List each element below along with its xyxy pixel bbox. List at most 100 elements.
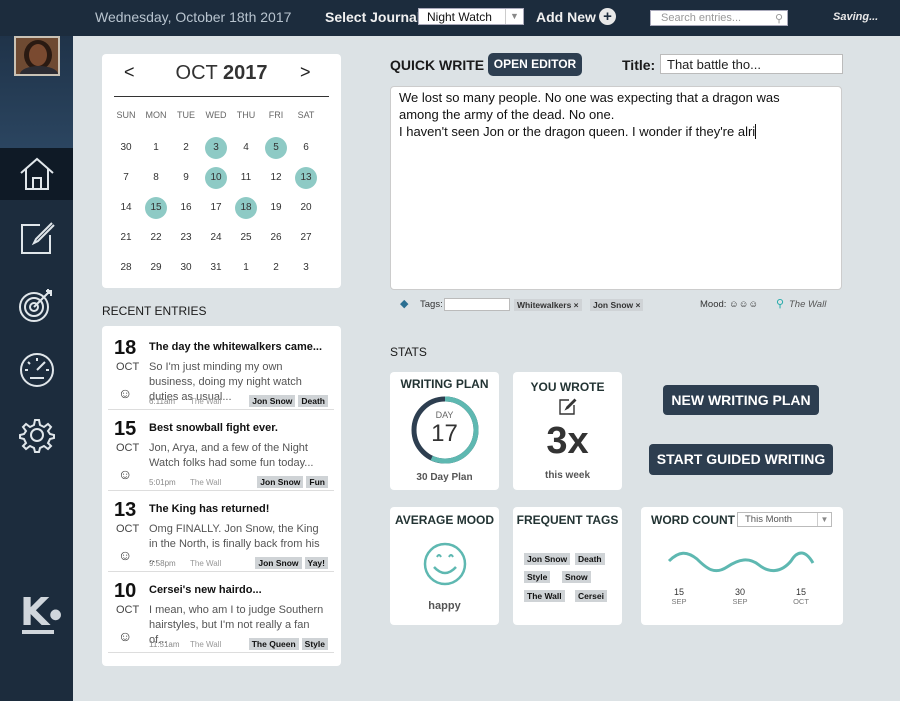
axis-tick-day: 15 <box>795 587 806 597</box>
frequent-tag[interactable]: Death <box>575 553 605 565</box>
calendar-day[interactable]: 1 <box>235 257 257 279</box>
search-input[interactable]: Search entries... ⚲ <box>650 10 788 26</box>
calendar-day[interactable]: 17 <box>205 197 227 219</box>
calendar-day[interactable]: 12 <box>265 167 287 189</box>
calendar-day[interactable]: 1 <box>145 137 167 159</box>
entry-list-item[interactable]: 15 OCT ☺ Best snowball fight ever. Jon, Arya… <box>108 410 334 491</box>
plus-icon[interactable]: + <box>599 8 616 25</box>
day-label: DAY <box>435 410 454 420</box>
journal-select[interactable]: Night Watch ▼ <box>418 8 524 25</box>
entry-tag[interactable]: Style <box>301 638 328 650</box>
new-writing-plan-button[interactable]: NEW WRITING PLAN <box>663 385 819 415</box>
calendar-day[interactable]: 19 <box>265 197 287 219</box>
calendar-day[interactable]: 2 <box>175 137 197 159</box>
calendar-day[interactable]: 4 <box>235 137 257 159</box>
calendar-day[interactable]: 28 <box>115 257 137 279</box>
entry-day: 10 <box>114 580 137 602</box>
entry-list-item[interactable]: 18 OCT ☺ The day the whitewalkers came... So… <box>108 329 334 410</box>
writing-plan-card[interactable]: WRITING PLAN DAY 17 30 Day Plan <box>390 372 499 490</box>
calendar-day[interactable]: 30 <box>115 137 137 159</box>
calendar-day[interactable]: 26 <box>265 227 287 249</box>
calendar-day[interactable]: 3 <box>205 137 227 159</box>
weekday-label: FRI <box>268 110 284 120</box>
title-input[interactable]: That battle tho... <box>660 54 843 74</box>
frequent-tag[interactable]: Snow <box>562 571 591 583</box>
chevron-right-icon[interactable]: > <box>300 62 311 83</box>
smile-icon: ☺ <box>118 547 133 563</box>
mood-face-icons[interactable]: ☺☺☺ <box>729 299 758 310</box>
entry-tag[interactable]: Death <box>298 395 328 407</box>
weekday-label: SAT <box>297 110 315 120</box>
tag-icon: ◆ <box>400 298 409 310</box>
calendar-day[interactable]: 2 <box>265 257 287 279</box>
location-label[interactable]: The Wall <box>789 299 826 310</box>
calendar-day[interactable]: 7 <box>115 167 137 189</box>
calendar-divider <box>114 96 329 97</box>
word-count-sparkline <box>667 551 815 573</box>
calendar-day[interactable]: 31 <box>205 257 227 279</box>
frequent-tag[interactable]: Jon Snow <box>524 553 571 565</box>
sidebar-item-settings[interactable] <box>0 409 73 461</box>
entry-location: The Wall <box>190 397 222 406</box>
entry-tag[interactable]: The Queen <box>248 638 299 650</box>
sidebar-item-goals[interactable] <box>0 279 73 331</box>
sidebar-item-home[interactable] <box>0 148 73 200</box>
open-editor-button[interactable]: OPEN EDITOR <box>488 53 582 76</box>
axis-tick-month: OCT <box>793 597 809 606</box>
calendar-day[interactable]: 22 <box>145 227 167 249</box>
axis-tick: 15 SEP <box>664 588 694 607</box>
calendar-day[interactable]: 30 <box>175 257 197 279</box>
tag-bar: ◆ Tags: Whitewalkers × Jon Snow × Mood: … <box>400 297 840 313</box>
quick-write-editor[interactable]: We lost so many people. No one was expec… <box>390 86 842 290</box>
calendar-day[interactable]: 20 <box>295 197 317 219</box>
entry-tag[interactable]: Jon Snow <box>257 476 304 488</box>
sidebar-item-write[interactable] <box>0 213 73 265</box>
frequent-tag[interactable]: Style <box>524 571 551 583</box>
entry-list-item[interactable]: 13 OCT ☺ The King has returned! Omg FINALLY.… <box>108 491 334 572</box>
entry-tag[interactable]: Jon Snow <box>255 557 302 569</box>
search-icon[interactable]: ⚲ <box>775 12 783 25</box>
word-count-range-select[interactable]: This Month ▼ <box>737 512 832 527</box>
calendar-day[interactable]: 11 <box>235 167 257 189</box>
sidebar-item-dashboard[interactable] <box>0 344 73 396</box>
tag-chip[interactable]: Whitewalkers × <box>514 299 582 311</box>
calendar-day[interactable]: 8 <box>145 167 167 189</box>
entry-list-item[interactable]: 10 OCT ☺ Cersei's new hairdo... I mean, who … <box>108 572 334 653</box>
calendar-day[interactable]: 24 <box>205 227 227 249</box>
average-mood-card: AVERAGE MOOD happy <box>390 507 499 625</box>
weekday-label: SUN <box>116 110 136 120</box>
entry-tag[interactable]: Jon Snow <box>249 395 296 407</box>
frequent-tag[interactable]: The Wall <box>524 590 565 602</box>
frequent-tag[interactable]: Cersei <box>575 590 607 602</box>
calendar-day[interactable]: 15 <box>145 197 167 219</box>
sidebar-profile-area <box>0 36 73 148</box>
start-guided-writing-button[interactable]: START GUIDED WRITING <box>649 444 833 475</box>
calendar-day[interactable]: 3 <box>295 257 317 279</box>
calendar-day[interactable]: 23 <box>175 227 197 249</box>
calendar-day[interactable]: 9 <box>175 167 197 189</box>
calendar-day[interactable]: 27 <box>295 227 317 249</box>
calendar-day[interactable]: 16 <box>175 197 197 219</box>
entry-month: OCT <box>116 361 140 373</box>
entry-tag[interactable]: Fun <box>306 476 328 488</box>
calendar-day[interactable]: 13 <box>295 167 317 189</box>
entry-tags: Jon Snow Death <box>249 395 328 407</box>
tag-chip[interactable]: Jon Snow × <box>590 299 644 311</box>
entry-month: OCT <box>116 523 140 535</box>
entry-tag[interactable]: Yay! <box>304 557 328 569</box>
mood-selector[interactable]: Mood: ☺☺☺ <box>700 299 758 310</box>
avatar[interactable] <box>14 36 60 76</box>
tags-input[interactable] <box>444 298 510 311</box>
calendar-day[interactable]: 18 <box>235 197 257 219</box>
calendar-day[interactable]: 6 <box>295 137 317 159</box>
frequent-tags-title: FREQUENT TAGS <box>516 513 619 527</box>
calendar-day[interactable]: 10 <box>205 167 227 189</box>
calendar-day[interactable]: 25 <box>235 227 257 249</box>
add-new-button[interactable]: Add New <box>536 9 596 25</box>
calendar-day[interactable]: 21 <box>115 227 137 249</box>
calendar-day[interactable]: 5 <box>265 137 287 159</box>
calendar-day[interactable]: 14 <box>115 197 137 219</box>
calendar-day[interactable]: 29 <box>145 257 167 279</box>
entry-location: The Wall <box>190 559 222 568</box>
entry-day: 13 <box>114 499 137 521</box>
